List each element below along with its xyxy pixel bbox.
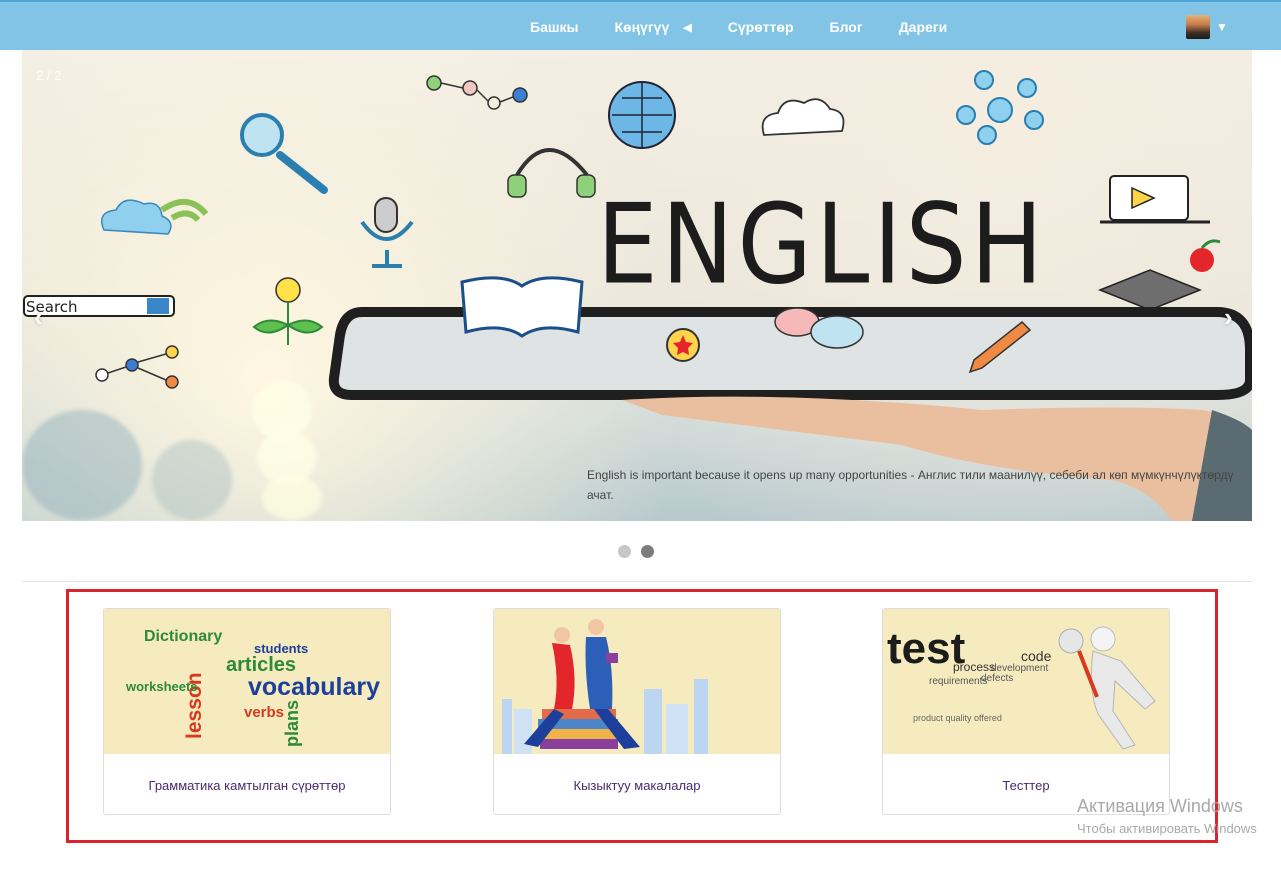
main-nav: Башкы Көңүгүү ◀ Сүрөттөр Блог Дареги	[512, 2, 965, 52]
word-cloud-word: vocabulary	[248, 673, 380, 701]
card-interesting-articles[interactable]: Кызыктуу макалалар	[493, 608, 781, 815]
section-divider	[22, 581, 1252, 582]
card-tests[interactable]: test code process development requiremen…	[882, 608, 1170, 815]
nav-item-label: Көңүгүү	[614, 19, 670, 35]
word-cloud-word: requirements	[929, 676, 987, 687]
nav-item-home[interactable]: Башкы	[512, 19, 596, 35]
carousel-indicator-1[interactable]	[618, 545, 631, 558]
nav-item-pictures[interactable]: Сүрөттөр	[710, 19, 812, 35]
word-cloud-word: defects	[981, 673, 1013, 684]
nav-item-label: Блог	[829, 19, 863, 35]
card-label: Кызыктуу макалалар	[573, 777, 701, 793]
user-menu[interactable]: ▼	[1186, 15, 1228, 39]
svg-text:product quality offered: product quality offered	[913, 713, 1002, 723]
chevron-down-icon: ▼	[1216, 20, 1228, 34]
card-thumbnail	[494, 609, 780, 754]
carousel-next-button[interactable]: ›	[1224, 302, 1233, 333]
word-cloud-word: process	[953, 660, 995, 674]
watermark-title: Активация Windows	[1077, 796, 1243, 816]
word-cloud-word: verbs	[244, 704, 284, 721]
nav-item-label: Дареги	[898, 19, 948, 35]
word-cloud-word: Dictionary	[144, 628, 222, 645]
top-navbar: Башкы Көңүгүү ◀ Сүрөттөр Блог Дареги ▼	[0, 0, 1281, 50]
word-cloud-word: worksheets	[125, 679, 198, 694]
nav-item-label: Башкы	[530, 19, 579, 35]
avatar	[1186, 15, 1210, 39]
carousel-indicator-2[interactable]	[641, 545, 654, 558]
windows-activation-watermark: Активация Windows Чтобы активировать Win…	[1077, 796, 1257, 836]
readers-illustration	[502, 619, 708, 754]
test-word-cloud-image: test code process development requiremen…	[887, 624, 1156, 750]
card-grammar-pictures[interactable]: Dictionary articles vocabulary lesson wo…	[103, 608, 391, 815]
carousel-prev-button[interactable]: ‹	[34, 302, 43, 333]
word-cloud-word: plans	[282, 700, 302, 747]
card-label: Грамматика камтылган сүрөттөр	[148, 777, 346, 793]
nav-item-exercises[interactable]: Көңүгүү ◀	[596, 19, 709, 35]
slide-caption: English is important because it opens up…	[587, 468, 1234, 502]
nav-item-blog[interactable]: Блог	[812, 19, 881, 35]
watermark-subtitle: Чтобы активировать Windows	[1077, 821, 1257, 836]
caret-left-icon: ◀	[683, 21, 692, 34]
nav-item-contacts[interactable]: Дареги	[881, 19, 966, 35]
word-cloud-image: Dictionary articles vocabulary lesson wo…	[125, 628, 380, 747]
word-cloud-word: code	[1021, 648, 1052, 664]
carousel-indicators	[618, 545, 654, 558]
hero-carousel: Search ENGLISH 2 / 2 ‹ › English is impo…	[22, 50, 1252, 521]
nav-item-label: Сүрөттөр	[727, 19, 794, 35]
card-thumbnail: Dictionary articles vocabulary lesson wo…	[104, 609, 390, 754]
slide-headline: ENGLISH	[597, 180, 1047, 309]
card-thumbnail: test code process development requiremen…	[883, 609, 1169, 754]
word-cloud-word: students	[254, 641, 308, 656]
slide-counter: 2 / 2	[36, 68, 62, 83]
